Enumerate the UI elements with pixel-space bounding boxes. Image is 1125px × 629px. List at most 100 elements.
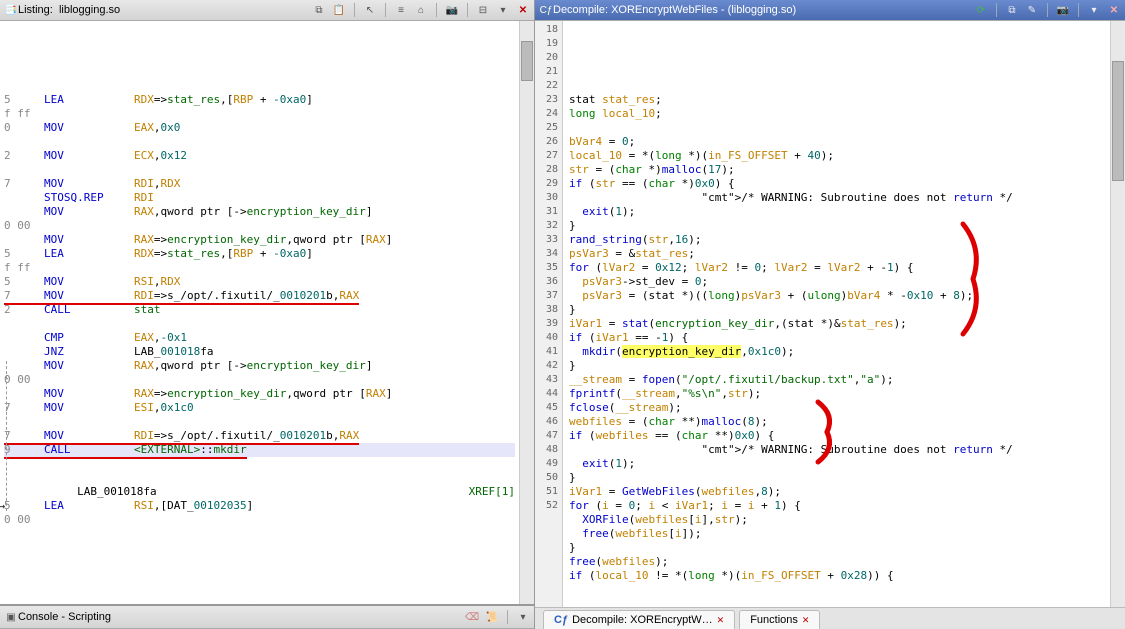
listing-line[interactable]: MOVRAX=>encryption_key_dir,qword ptr [RA… xyxy=(4,233,515,247)
code-line[interactable]: } xyxy=(569,219,1104,233)
listing-line[interactable] xyxy=(4,317,515,331)
listing-line[interactable]: f ff xyxy=(4,107,515,121)
listing-line[interactable]: 7MOVRDI=>s_/opt/.fixutil/_0010201b,RAX xyxy=(4,429,515,443)
close-icon[interactable]: ✕ xyxy=(802,615,810,626)
code-line[interactable]: iVar1 = GetWebFiles(webfiles,8); xyxy=(569,485,1104,499)
listing-line[interactable]: LAB_001018faXREF[1] xyxy=(4,485,515,499)
listing-body[interactable]: → 5LEARDX=>stat_res,[RBP + -0xa0]f ff0MO… xyxy=(0,21,519,604)
home-icon[interactable]: ⌂ xyxy=(414,3,428,17)
code-line[interactable]: } xyxy=(569,541,1104,555)
scrollbar[interactable] xyxy=(1110,21,1125,607)
listing-line[interactable]: CMPEAX,-0x1 xyxy=(4,331,515,345)
listing-line[interactable]: 7MOVRDI=>s_/opt/.fixutil/_0010201b,RAX xyxy=(4,289,515,303)
tree-icon[interactable]: ⊟ xyxy=(476,3,490,17)
camera-icon[interactable]: 📷 xyxy=(1056,3,1070,17)
code-line[interactable]: free(webfiles[i]); xyxy=(569,527,1104,541)
camera-icon[interactable]: 📷 xyxy=(445,3,459,17)
close-icon[interactable]: ✕ xyxy=(1107,3,1121,17)
bookmark-icon: 📑 xyxy=(4,3,18,17)
listing-line[interactable]: MOVRAX,qword ptr [->encryption_key_dir] xyxy=(4,205,515,219)
code-line[interactable]: __stream = fopen("/opt/.fixutil/backup.t… xyxy=(569,373,1104,387)
code-line[interactable]: exit(1); xyxy=(569,205,1104,219)
tab-decompile[interactable]: Cƒ Decompile: XOREncryptW… ✕ xyxy=(543,610,735,629)
c-icon: Cƒ xyxy=(539,3,553,17)
code-line[interactable]: iVar1 = stat(encryption_key_dir,(stat *)… xyxy=(569,317,1104,331)
listing-line[interactable] xyxy=(4,79,515,93)
code-line[interactable]: psVar3 = &stat_res; xyxy=(569,247,1104,261)
listing-line[interactable]: 2MOVECX,0x12 xyxy=(4,149,515,163)
script-icon[interactable]: 📜 xyxy=(485,610,499,624)
listing-line[interactable] xyxy=(4,135,515,149)
eraser-icon[interactable]: ⌫ xyxy=(465,610,479,624)
console-panel: ▣ Console - Scripting ⌫ 📜 ▾ xyxy=(0,604,534,629)
listing-line[interactable]: JNZLAB_001018fa xyxy=(4,345,515,359)
listing-title: Listing: liblogging.so xyxy=(18,4,312,16)
listing-line[interactable]: 0 00 xyxy=(4,219,515,233)
listing-line[interactable]: f ff xyxy=(4,261,515,275)
cursor-icon[interactable]: ↖ xyxy=(363,3,377,17)
listing-line[interactable]: 5LEARSI,[DAT_00102035] xyxy=(4,499,515,513)
code-line[interactable]: for (lVar2 = 0x12; lVar2 != 0; lVar2 = l… xyxy=(569,261,1104,275)
tab-functions[interactable]: Functions ✕ xyxy=(739,610,820,629)
decomp-body[interactable]: stat stat_res;long local_10; bVar4 = 0;lo… xyxy=(563,21,1110,607)
code-line[interactable]: str = (char *)malloc(17); xyxy=(569,163,1104,177)
scrollbar[interactable] xyxy=(519,21,534,604)
decompile-titlebar: Cƒ Decompile: XOREncryptWebFiles - (libl… xyxy=(535,0,1125,21)
listing-line[interactable]: 7MOVESI,0x1c0 xyxy=(4,401,515,415)
code-line[interactable]: webfiles = (char **)malloc(8); xyxy=(569,415,1104,429)
listing-line[interactable]: 5MOVRSI,RDX xyxy=(4,275,515,289)
code-line[interactable]: fprintf(__stream,"%s\n",str); xyxy=(569,387,1104,401)
code-line[interactable]: for (i = 0; i < iVar1; i = i + 1) { xyxy=(569,499,1104,513)
code-line[interactable]: mkdir(encryption_key_dir,0x1c0); xyxy=(569,345,1104,359)
paste-icon[interactable]: 📋 xyxy=(332,3,346,17)
code-line[interactable]: free(webfiles); xyxy=(569,555,1104,569)
menu-icon[interactable]: ▾ xyxy=(1087,3,1101,17)
code-line[interactable]: if (iVar1 == -1) { xyxy=(569,331,1104,345)
code-line[interactable]: "cmt">/* WARNING: Subroutine does not re… xyxy=(569,191,1104,205)
code-line[interactable]: XORFile(webfiles[i],str); xyxy=(569,513,1104,527)
code-line[interactable]: exit(1); xyxy=(569,457,1104,471)
listing-line[interactable] xyxy=(4,457,515,471)
code-line[interactable]: psVar3 = (stat *)((long)psVar3 + (ulong)… xyxy=(569,289,1104,303)
close-icon[interactable]: ✕ xyxy=(516,3,530,17)
code-line[interactable]: } xyxy=(569,359,1104,373)
listing-line[interactable] xyxy=(4,471,515,485)
code-line[interactable]: fclose(__stream); xyxy=(569,401,1104,415)
code-line[interactable]: if (local_10 != *(long *)(in_FS_OFFSET +… xyxy=(569,569,1104,583)
copy-icon[interactable]: ⧉ xyxy=(312,3,326,17)
listing-line[interactable]: 0MOVEAX,0x0 xyxy=(4,121,515,135)
close-icon[interactable]: ✕ xyxy=(717,615,725,626)
code-line[interactable]: if (webfiles == (char **)0x0) { xyxy=(569,429,1104,443)
listing-line[interactable]: 9CALL<EXTERNAL>::mkdir xyxy=(4,443,515,457)
copy-icon[interactable]: ⧉ xyxy=(1005,3,1019,17)
listing-line[interactable]: STOSQ.REPRDI xyxy=(4,191,515,205)
code-line[interactable]: stat stat_res; xyxy=(569,93,1104,107)
listing-line[interactable]: 2CALLstat xyxy=(4,303,515,317)
equal-icon[interactable]: ≡ xyxy=(394,3,408,17)
listing-line[interactable]: 5LEARDX=>stat_res,[RBP + -0xa0] xyxy=(4,247,515,261)
code-line[interactable] xyxy=(569,121,1104,135)
menu-icon[interactable]: ▾ xyxy=(516,610,530,624)
listing-line[interactable]: 7MOVRDI,RDX xyxy=(4,177,515,191)
listing-line[interactable]: 0 00 xyxy=(4,513,515,527)
code-line[interactable]: } xyxy=(569,303,1104,317)
listing-line[interactable]: MOVRAX=>encryption_key_dir,qword ptr [RA… xyxy=(4,387,515,401)
listing-line[interactable]: MOVRAX,qword ptr [->encryption_key_dir] xyxy=(4,359,515,373)
edit-icon[interactable]: ✎ xyxy=(1025,3,1039,17)
listing-line[interactable] xyxy=(4,415,515,429)
listing-line[interactable]: 5LEARDX=>stat_res,[RBP + -0xa0] xyxy=(4,93,515,107)
code-line[interactable]: rand_string(str,16); xyxy=(569,233,1104,247)
code-line[interactable]: local_10 = *(long *)(in_FS_OFFSET + 40); xyxy=(569,149,1104,163)
listing-line[interactable]: 0 00 xyxy=(4,373,515,387)
code-line[interactable]: bVar4 = 0; xyxy=(569,135,1104,149)
code-line[interactable]: long local_10; xyxy=(569,107,1104,121)
refresh-icon[interactable]: ⟳ xyxy=(974,3,988,17)
code-line[interactable]: } xyxy=(569,471,1104,485)
decomp-gutter: 1819202122232425262728293031323334353637… xyxy=(535,21,563,607)
code-line[interactable]: psVar3->st_dev = 0; xyxy=(569,275,1104,289)
console-title: Console - Scripting xyxy=(18,611,465,623)
code-line[interactable]: "cmt">/* WARNING: Subroutine does not re… xyxy=(569,443,1104,457)
menu-icon[interactable]: ▾ xyxy=(496,3,510,17)
code-line[interactable]: if (str == (char *)0x0) { xyxy=(569,177,1104,191)
listing-line[interactable] xyxy=(4,163,515,177)
